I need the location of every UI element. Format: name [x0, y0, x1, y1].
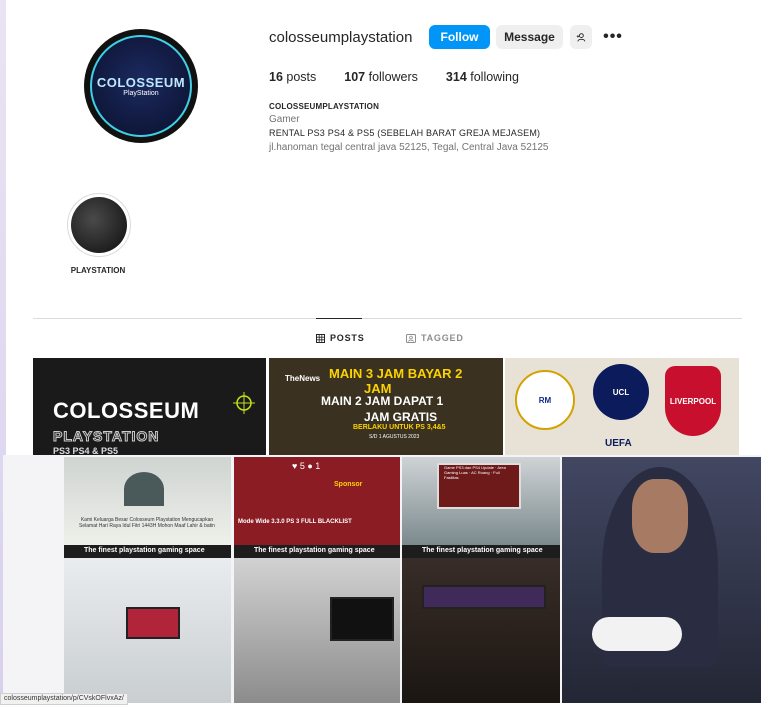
photo-caption-bar: The finest playstation gaming space — [234, 545, 400, 558]
collage-eid-greeting[interactable]: Kami Keluarga Besar Colosseum Playstatio… — [64, 457, 231, 545]
real-madrid-crest: RM — [515, 370, 575, 430]
post-tile-clubs[interactable]: RM UCL LIVERPOOL UEFA — [505, 358, 739, 455]
real-madrid-label: RM — [538, 395, 552, 405]
bio-address[interactable]: jl.hanoman tegal central java 52125, Teg… — [269, 142, 548, 153]
eid-greeting-text: Kami Keluarga Besar Colosseum Playstatio… — [79, 517, 215, 529]
promo-line-4: JAM GRATIS — [364, 410, 438, 424]
photo-caption-bar: The finest playstation gaming space — [402, 545, 560, 558]
following-stat[interactable]: 314 following — [446, 70, 519, 84]
post-tile-promo[interactable]: TheNews MAIN 3 JAM BAYAR 2 JAM MAIN 2 JA… — [269, 358, 503, 455]
collage-room-photo-3[interactable]: The finest playstation gaming space — [402, 545, 560, 703]
photo-caption-bar: The finest playstation gaming space — [64, 545, 231, 558]
highlight-cover — [71, 197, 127, 253]
profile-stats: 16 posts 107 followers 314 following — [269, 70, 519, 84]
add-user-button[interactable] — [570, 25, 592, 49]
tabs-divider — [33, 318, 742, 319]
photo-caption: The finest playstation gaming space — [254, 547, 375, 554]
browser-status-url: colosseumplaystation/p/CVskOFlvxAz/ — [0, 693, 128, 705]
following-count: 314 — [445, 70, 467, 84]
likes-comments-badge: ♥ 5 ● 1 — [292, 461, 321, 471]
tab-posts[interactable]: POSTS — [316, 333, 365, 343]
collage-flyer[interactable]: ♥ 5 ● 1 Sponsor Mode Wide 3.3.0 PS 3 FUL… — [234, 457, 400, 545]
champions-league-label: UCL — [612, 387, 630, 397]
posts-stat[interactable]: 16 posts — [269, 70, 316, 84]
promo-line-5: BERLAKU UNTUK PS 3,4&5 — [353, 424, 446, 431]
highlight-label: PLAYSTATION — [70, 266, 126, 275]
tile-subtitle-2: PS3 PS4 & PS5 — [53, 446, 119, 455]
liverpool-label: LIVERPOOL — [669, 396, 717, 406]
more-horizontal-icon: ••• — [603, 28, 623, 45]
bio-category: Gamer — [269, 114, 300, 125]
tile-subtitle: PLAYSTATION — [52, 428, 160, 445]
tag-user-icon — [406, 333, 416, 343]
photo-caption: The finest playstation gaming space — [422, 547, 543, 554]
followers-label: followers — [365, 70, 418, 84]
wall-banner — [422, 585, 546, 609]
avatar-subtitle: PlayStation — [123, 90, 159, 97]
bio-text: RENTAL PS3 PS4 & PS5 (SEBELAH BARAT GREJ… — [269, 128, 541, 138]
profile-avatar[interactable]: COLOSSEUM PlayStation — [84, 29, 198, 143]
posts-label: posts — [282, 70, 317, 84]
tile-title: COLOSSEUM — [53, 398, 200, 423]
champions-league-logo: UCL — [593, 364, 649, 420]
store-sign-text: Game PS3 dan PS4 Update · Area Gaming Lu… — [444, 465, 506, 480]
controller-icon — [592, 617, 682, 651]
tv-screen — [330, 597, 394, 641]
crosshair-icon — [233, 392, 255, 414]
followers-stat[interactable]: 107 followers — [344, 70, 418, 84]
active-tab-indicator — [316, 318, 362, 319]
follow-button[interactable]: Follow — [429, 25, 490, 49]
person-add-icon — [576, 32, 586, 41]
face — [632, 479, 688, 553]
tab-tagged[interactable]: TAGGED — [406, 333, 464, 343]
tv-screen — [126, 607, 180, 639]
collage-gamer-photo[interactable] — [562, 457, 761, 703]
tile-news-badge: TheNews — [285, 374, 321, 383]
uefa-label: UEFA — [605, 438, 632, 449]
avatar-title: COLOSSEUM — [96, 75, 186, 90]
flyer-blacklist-text: Mode Wide 3.3.0 PS 3 FULL BLACKLIST — [238, 519, 352, 525]
bio-name: COLOSSEUMPLAYSTATION — [269, 102, 380, 111]
tab-posts-label: POSTS — [330, 333, 365, 343]
promo-line-6: S/D 1 AGUSTUS 2023 — [369, 434, 420, 440]
flyer-sponsor: Sponsor — [334, 481, 363, 488]
posts-count: 16 — [269, 70, 283, 84]
message-button[interactable]: Message — [496, 25, 563, 49]
photo-caption: The finest playstation gaming space — [84, 547, 205, 554]
liverpool-crest: LIVERPOOL — [665, 366, 721, 436]
tab-tagged-label: TAGGED — [421, 333, 464, 343]
profile-username: colosseumplaystation — [269, 29, 413, 46]
following-label: following — [466, 70, 519, 84]
followers-count: 107 — [344, 70, 366, 84]
grid-icon — [316, 333, 325, 343]
collage-storefront[interactable]: Game PS3 dan PS4 Update · Area Gaming Lu… — [402, 457, 560, 545]
collage-room-photo-1[interactable]: The finest playstation gaming space — [64, 545, 231, 703]
promo-line-3: MAIN 2 JAM DAPAT 1 — [321, 394, 444, 408]
mosque-silhouette — [124, 472, 164, 506]
promo-line-1: MAIN 3 JAM BAYAR 2 — [329, 366, 463, 381]
post-tile-colosseum[interactable]: COLOSSEUM PLAYSTATION PS3 PS4 & PS5 — [33, 358, 266, 455]
avatar-logo: COLOSSEUM PlayStation — [90, 35, 192, 137]
highlight-playstation[interactable] — [67, 193, 131, 257]
more-options-button[interactable]: ••• — [600, 25, 626, 49]
collage-room-photo-2[interactable]: The finest playstation gaming space — [234, 545, 400, 703]
